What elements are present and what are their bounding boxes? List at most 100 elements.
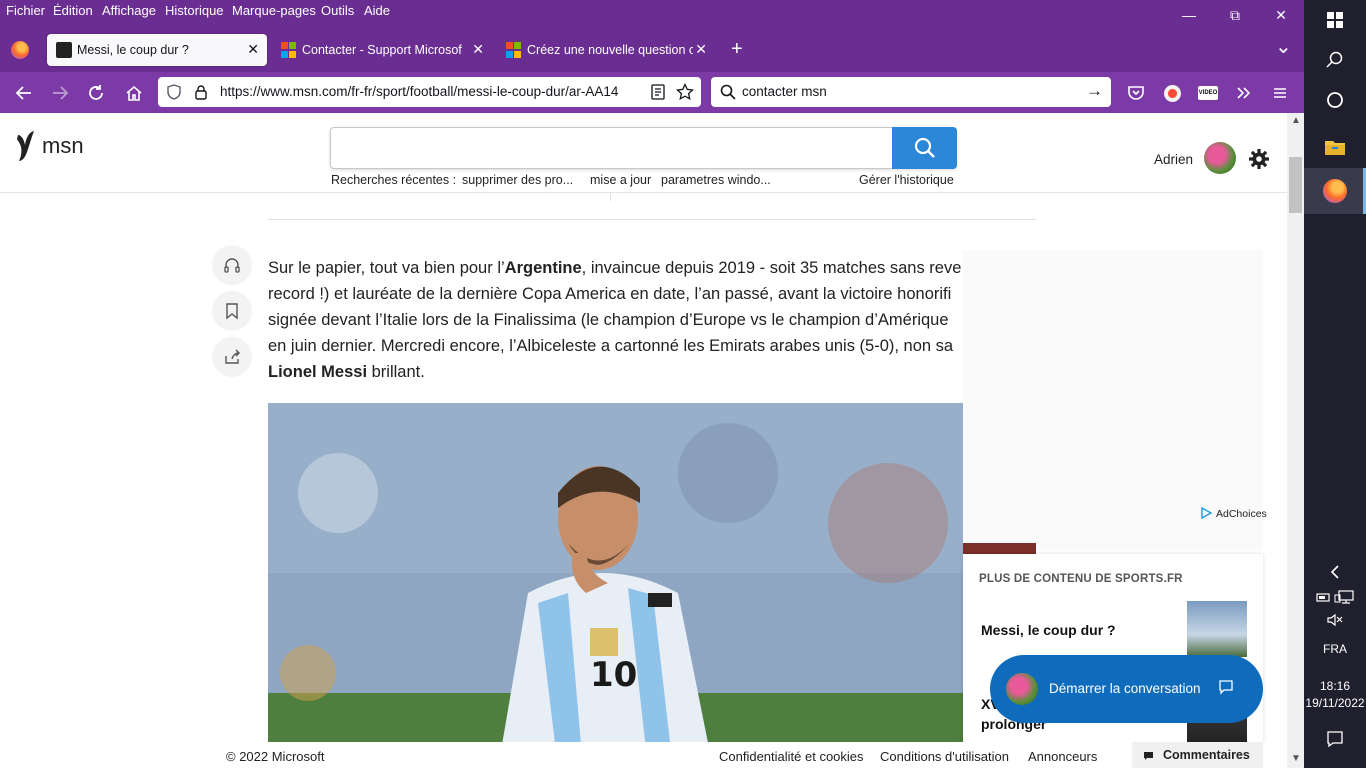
- comments-button[interactable]: Commentaires: [1132, 742, 1263, 768]
- advertisers-link[interactable]: Annonceurs: [1028, 749, 1097, 764]
- page-scrollbar[interactable]: ▲ ▼: [1287, 113, 1304, 768]
- article-line: en juin dernier. Mercredi encore, l’Albi…: [268, 333, 963, 359]
- search-icon: [720, 84, 736, 100]
- web-page: msn Recherches récentes : supprimer des …: [0, 113, 1287, 768]
- user-name[interactable]: Adrien: [1154, 152, 1193, 167]
- home-button[interactable]: [121, 80, 147, 106]
- windows-taskbar: FRA 18:16 19/11/2022: [1304, 0, 1366, 768]
- tab-title: Créez une nouvelle question ou: [527, 43, 693, 57]
- msn-search-input[interactable]: [339, 136, 879, 160]
- msn-search-box[interactable]: [330, 127, 957, 169]
- input-language[interactable]: FRA: [1304, 640, 1366, 658]
- article-body: Sur le papier, tout va bien pour l’Argen…: [268, 255, 963, 385]
- firefox-icon: [1323, 179, 1347, 203]
- more-tools-button[interactable]: [1231, 80, 1257, 106]
- text: en juin dernier. Mercredi encore, l’Albi…: [268, 337, 954, 355]
- article-line: Sur le papier, tout va bien pour l’Argen…: [268, 255, 963, 281]
- adchoices-link[interactable]: AdChoices: [1216, 508, 1267, 520]
- search-icon: [914, 137, 935, 158]
- shield-icon[interactable]: [166, 84, 182, 100]
- start-conversation-button[interactable]: Démarrer la conversation: [990, 655, 1263, 723]
- recent-search-item[interactable]: supprimer des pro...: [462, 173, 573, 187]
- tab-creez-question[interactable]: Créez une nouvelle question ou ✕: [497, 34, 715, 66]
- app-menu-button[interactable]: [1267, 80, 1293, 106]
- back-arrow-icon: [15, 86, 31, 100]
- close-tab-icon[interactable]: ✕: [695, 41, 707, 58]
- scroll-down-icon[interactable]: ▼: [1291, 753, 1301, 764]
- menu-affichage[interactable]: Affichage: [102, 3, 156, 18]
- reader-view-icon[interactable]: [650, 84, 666, 100]
- avatar[interactable]: [1204, 142, 1236, 174]
- related-article-title[interactable]: Messi, le coup dur ?: [981, 622, 1116, 638]
- manage-history-link[interactable]: Gérer l'historique: [859, 173, 954, 187]
- terms-link[interactable]: Conditions d'utilisation: [880, 749, 1009, 764]
- search-go-button[interactable]: →: [1086, 81, 1103, 101]
- list-all-tabs-button[interactable]: ⌄: [1275, 34, 1292, 59]
- listen-button[interactable]: [212, 245, 252, 285]
- msn-logo-text[interactable]: msn: [42, 133, 84, 159]
- microsoft-logo-icon: [506, 42, 522, 58]
- tab-contacter-support[interactable]: Contacter - Support Microsoft ✕: [272, 34, 492, 66]
- article-photo[interactable]: 10: [268, 403, 963, 768]
- system-tray-icons[interactable]: [1304, 588, 1366, 606]
- close-tab-icon[interactable]: ✕: [247, 41, 259, 58]
- save-button[interactable]: [212, 291, 252, 331]
- search-query[interactable]: contacter msn: [742, 84, 827, 99]
- bookmark-star-icon[interactable]: [676, 83, 694, 101]
- pocket-button[interactable]: [1123, 80, 1149, 106]
- chevron-left-icon: [1330, 565, 1339, 579]
- video-downloader-button[interactable]: VIDEO: [1195, 80, 1221, 106]
- menu-marque-pages[interactable]: Marque-pages: [232, 3, 316, 18]
- privacy-link[interactable]: Confidentialité et cookies: [719, 749, 864, 764]
- url-text[interactable]: https://www.msn.com/fr-fr/sport/football…: [220, 84, 640, 99]
- text: , invaincue depuis 2019 - soit 35 matche…: [581, 259, 962, 277]
- argentine-link[interactable]: Argentine: [505, 259, 582, 277]
- close-tab-icon[interactable]: ✕: [472, 41, 484, 58]
- adchoices-icon[interactable]: [1200, 507, 1212, 519]
- notifications-button[interactable]: [1304, 728, 1366, 750]
- panel-title: PLUS DE CONTENU DE SPORTS.FR: [979, 573, 1183, 585]
- start-button[interactable]: [1304, 8, 1366, 32]
- task-view-button[interactable]: [1304, 88, 1366, 112]
- show-hidden-icons-button[interactable]: [1304, 560, 1366, 584]
- reload-button[interactable]: [83, 80, 109, 106]
- back-button[interactable]: [11, 80, 37, 106]
- menu-fichier[interactable]: Fichier: [6, 3, 45, 18]
- task-view-circle-icon: [1327, 92, 1343, 108]
- settings-gear-icon[interactable]: [1248, 148, 1270, 170]
- share-button[interactable]: [212, 337, 252, 377]
- extension-icon: [1163, 84, 1181, 102]
- microsoft-logo-icon: [281, 42, 297, 58]
- clock-time[interactable]: 18:16: [1304, 678, 1366, 694]
- lionel-messi-link[interactable]: Lionel Messi: [268, 363, 367, 381]
- tab-messi[interactable]: Messi, le coup dur ? ✕: [47, 34, 267, 66]
- forward-button[interactable]: [47, 80, 73, 106]
- menu-edition[interactable]: Édition: [53, 3, 93, 18]
- recent-search-item[interactable]: mise a jour: [590, 173, 651, 187]
- search-bar[interactable]: contacter msn →: [711, 77, 1111, 107]
- msn-search-button[interactable]: [892, 127, 957, 169]
- menu-aide[interactable]: Aide: [364, 3, 390, 18]
- firefox-taskbar-button[interactable]: [1304, 168, 1366, 214]
- ad-slot[interactable]: [963, 250, 1263, 550]
- clock-date[interactable]: 19/11/2022: [1304, 695, 1366, 711]
- new-tab-button[interactable]: +: [731, 38, 743, 61]
- lock-icon[interactable]: [194, 84, 208, 100]
- headphones-icon: [224, 258, 240, 273]
- msn-butterfly-logo-icon[interactable]: [14, 129, 40, 163]
- scroll-up-icon[interactable]: ▲: [1291, 115, 1301, 126]
- search-button[interactable]: [1304, 48, 1366, 72]
- extension-button[interactable]: [1159, 80, 1185, 106]
- volume-button[interactable]: [1304, 610, 1366, 630]
- related-article-thumbnail[interactable]: [1187, 601, 1247, 657]
- menu-outils[interactable]: Outils: [321, 3, 354, 18]
- article-line: signée devant l’Italie lors de la Finali…: [268, 307, 963, 333]
- scroll-thumb[interactable]: [1289, 157, 1302, 213]
- copyright: © 2022 Microsoft: [226, 749, 325, 764]
- menu-historique[interactable]: Historique: [165, 3, 224, 18]
- recent-searches-label: Recherches récentes :: [331, 173, 457, 187]
- url-bar[interactable]: https://www.msn.com/fr-fr/sport/football…: [158, 77, 701, 107]
- firefox-view-icon[interactable]: [11, 41, 29, 59]
- file-explorer-button[interactable]: [1304, 133, 1366, 161]
- recent-search-item[interactable]: parametres windo...: [661, 173, 771, 187]
